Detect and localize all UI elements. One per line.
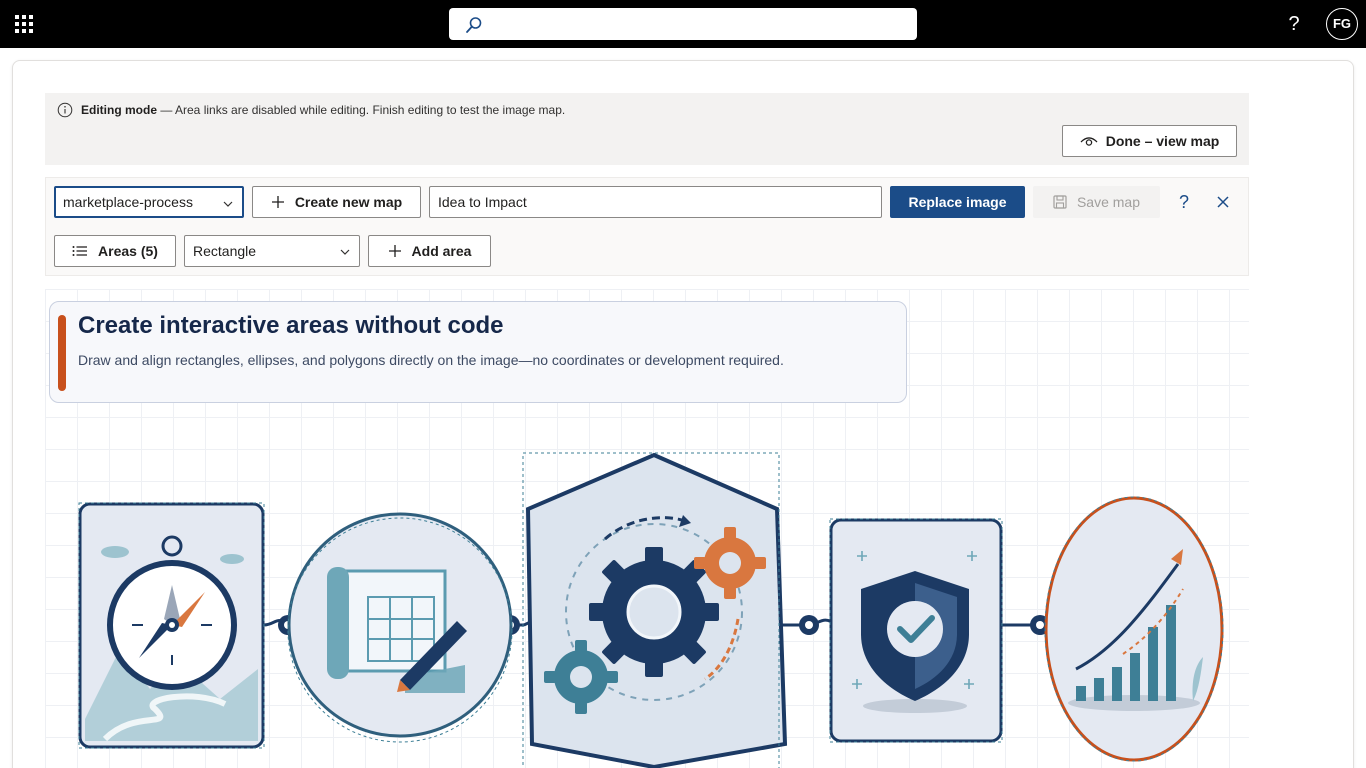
growth-chart-step[interactable] — [1044, 496, 1224, 762]
banner-message: Editing mode — Area links are disabled w… — [81, 102, 565, 118]
replace-image-label: Replace image — [908, 194, 1007, 210]
chevron-down-icon — [223, 201, 233, 207]
create-new-map-label: Create new map — [294, 194, 403, 210]
image-map-canvas[interactable]: Create interactive areas without code Dr… — [45, 289, 1249, 768]
save-map-label: Save map — [1076, 194, 1141, 210]
plus-icon — [271, 196, 284, 208]
banner-text: — Area links are disabled while editing.… — [157, 103, 566, 117]
add-area-label: Add area — [411, 243, 472, 259]
save-icon — [1053, 195, 1067, 209]
areas-list-label: Areas (5) — [98, 243, 158, 259]
shape-select[interactable]: Rectangle — [184, 235, 360, 267]
banner-title: Editing mode — [81, 103, 157, 117]
search-icon — [466, 17, 482, 33]
create-new-map-button[interactable]: Create new map — [252, 186, 421, 218]
eye-icon — [1080, 137, 1098, 146]
shape-select-value: Rectangle — [193, 243, 257, 259]
map-select[interactable]: marketplace-process — [54, 186, 244, 218]
add-area-button[interactable]: Add area — [368, 235, 491, 267]
list-icon — [72, 246, 88, 256]
compass-step[interactable] — [78, 502, 265, 749]
blueprint-step[interactable] — [287, 512, 513, 738]
app-launcher-icon[interactable] — [12, 12, 36, 36]
search-box[interactable] — [449, 8, 917, 40]
shield-step[interactable] — [829, 518, 1003, 743]
chevron-down-icon — [340, 249, 350, 255]
map-toolbar: marketplace-process Create new map Repla… — [45, 177, 1249, 276]
avatar[interactable]: FG — [1326, 8, 1358, 40]
editing-mode-banner: Editing mode — Area links are disabled w… — [45, 93, 1249, 165]
search-input[interactable] — [493, 8, 903, 40]
info-icon — [57, 102, 73, 118]
close-icon[interactable] — [1207, 186, 1239, 218]
map-select-value: marketplace-process — [63, 194, 193, 210]
replace-image-button[interactable]: Replace image — [890, 186, 1025, 218]
map-title-input[interactable] — [429, 186, 882, 218]
help-icon[interactable]: ? — [1282, 12, 1306, 36]
done-view-map-button[interactable]: Done – view map — [1062, 125, 1237, 157]
help-icon[interactable]: ? — [1168, 186, 1200, 218]
save-map-button[interactable]: Save map — [1033, 186, 1160, 218]
top-bar: ? FG — [0, 0, 1366, 48]
gears-step[interactable] — [525, 452, 788, 768]
plus-icon — [388, 245, 401, 257]
areas-list-button[interactable]: Areas (5) — [54, 235, 176, 267]
done-view-map-label: Done – view map — [1105, 133, 1220, 149]
process-diagram — [78, 452, 1224, 768]
